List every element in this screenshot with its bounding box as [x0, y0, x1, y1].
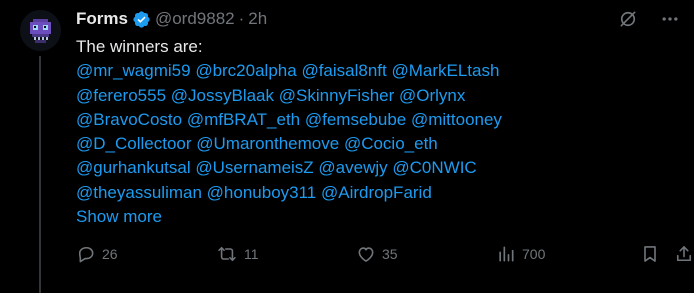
- mention-link[interactable]: @AirdropFarid: [321, 183, 432, 202]
- post-time[interactable]: 2h: [248, 9, 267, 29]
- tweet-header: Forms @ord9882 · 2h: [76, 8, 267, 30]
- mention-link[interactable]: @faisal8nft: [301, 61, 386, 80]
- mentions-line: @D_Collectoor @Umaronthemove @Cocio_eth: [76, 132, 676, 156]
- mentions-block: @mr_wagmi59 @brc20alpha @faisal8nft @Mar…: [76, 59, 676, 205]
- mentions-line: @ferero555 @JossyBlaak @SkinnyFisher @Or…: [76, 84, 676, 108]
- pixel-skull-avatar-icon: [20, 10, 61, 51]
- mentions-line: @theyassuliman @honuboy311 @AirdropFarid: [76, 181, 676, 205]
- avatar[interactable]: [20, 10, 61, 51]
- repost-button[interactable]: 11: [216, 242, 259, 266]
- mention-link[interactable]: @Cocio_eth: [344, 134, 438, 153]
- mention-link[interactable]: @JossyBlaak: [171, 86, 274, 105]
- mention-link[interactable]: @BravoCosto: [76, 110, 182, 129]
- reply-icon: [76, 244, 96, 264]
- mention-link[interactable]: @UsernameisZ: [195, 158, 313, 177]
- grok-icon[interactable]: [618, 9, 638, 29]
- mention-link[interactable]: @brc20alpha: [195, 61, 296, 80]
- mentions-line: @mr_wagmi59 @brc20alpha @faisal8nft @Mar…: [76, 59, 676, 83]
- mention-link[interactable]: @gurhankutsal: [76, 158, 191, 177]
- share-icon: [674, 244, 694, 264]
- show-more-link[interactable]: Show more: [76, 205, 162, 229]
- share-button[interactable]: [674, 242, 694, 266]
- bookmark-button[interactable]: [640, 242, 660, 266]
- mention-link[interactable]: @Umaronthemove: [196, 134, 339, 153]
- verified-badge-icon: [132, 10, 151, 29]
- heart-icon: [356, 244, 376, 264]
- mention-link[interactable]: @mittooney: [411, 110, 502, 129]
- bookmark-icon: [640, 244, 660, 264]
- repost-icon: [216, 244, 238, 264]
- reply-button[interactable]: 26: [76, 242, 118, 266]
- views-icon: [496, 244, 516, 264]
- mention-link[interactable]: @femsebube: [305, 110, 406, 129]
- mentions-line: @gurhankutsal @UsernameisZ @avewjy @C0NW…: [76, 156, 676, 180]
- author-handle[interactable]: @ord9882: [155, 9, 235, 29]
- repost-count: 11: [244, 246, 259, 262]
- mention-link[interactable]: @Orlynx: [399, 86, 465, 105]
- tweet-body: The winners are: @mr_wagmi59 @brc20alpha…: [76, 35, 676, 229]
- mention-link[interactable]: @C0NWIC: [392, 158, 476, 177]
- tweet[interactable]: Forms @ord9882 · 2h The winners are: @mr…: [0, 0, 694, 293]
- mention-link[interactable]: @SkinnyFisher: [279, 86, 395, 105]
- views-button[interactable]: 700: [496, 242, 545, 266]
- mention-link[interactable]: @D_Collectoor: [76, 134, 192, 153]
- thread-line: [39, 56, 41, 293]
- mention-link[interactable]: @ferero555: [76, 86, 166, 105]
- mention-link[interactable]: @theyassuliman: [76, 183, 202, 202]
- mention-link[interactable]: @mr_wagmi59: [76, 61, 191, 80]
- mentions-line: @BravoCosto @mfBRAT_eth @femsebube @mitt…: [76, 108, 676, 132]
- tweet-intro-text: The winners are:: [76, 37, 203, 56]
- mention-link[interactable]: @mfBRAT_eth: [187, 110, 300, 129]
- mention-link[interactable]: @honuboy311: [207, 183, 317, 202]
- more-icon[interactable]: [660, 9, 680, 29]
- header-actions: [618, 9, 680, 29]
- author-name[interactable]: Forms: [76, 9, 128, 29]
- mention-link[interactable]: @avewjy: [318, 158, 387, 177]
- views-count: 700: [522, 246, 546, 262]
- reply-count: 26: [102, 246, 118, 262]
- mention-link[interactable]: @MarkELtash: [391, 61, 499, 80]
- action-bar: 26 11 35 700: [76, 242, 692, 266]
- like-button[interactable]: 35: [356, 242, 398, 266]
- header-separator: ·: [238, 9, 245, 28]
- like-count: 35: [382, 246, 398, 262]
